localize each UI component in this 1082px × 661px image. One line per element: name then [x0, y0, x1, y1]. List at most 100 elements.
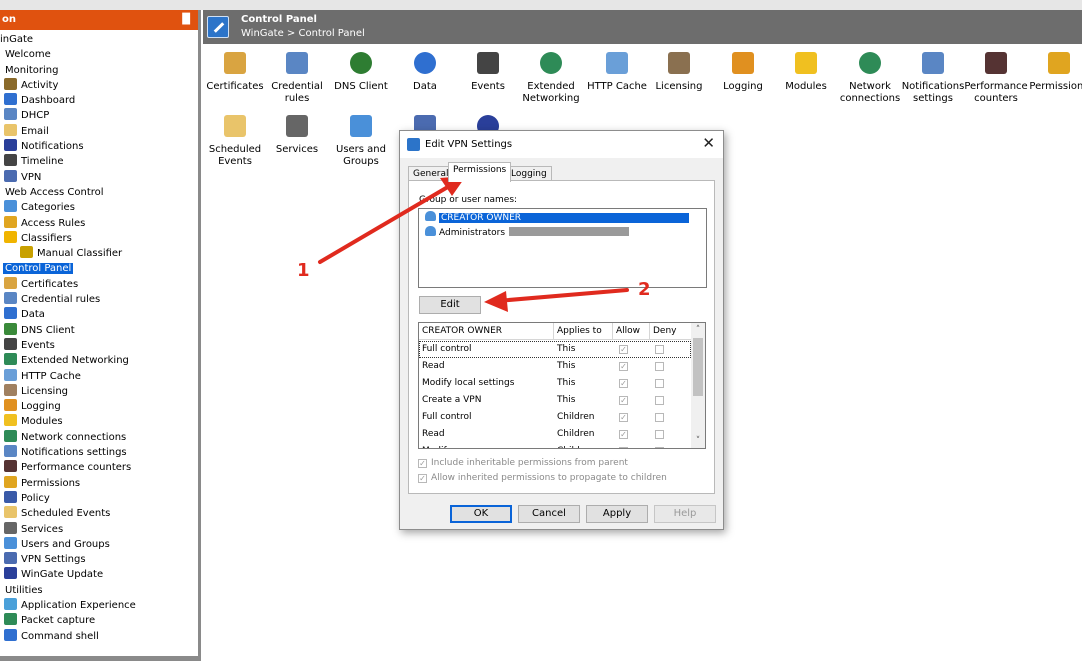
table-row[interactable]: Read This ✓	[419, 358, 691, 375]
allow-checkbox[interactable]: ✓	[619, 345, 628, 354]
table-row[interactable]: Modify local settings This ✓	[419, 375, 691, 392]
sidebar-item-users-and-groups[interactable]: Users and Groups	[0, 536, 198, 552]
control-panel-item-certificates[interactable]: Certificates	[202, 49, 268, 93]
scroll-up-icon[interactable]: ˄	[691, 323, 705, 337]
table-row[interactable]: Full control This ✓	[419, 341, 691, 358]
control-panel-item-data[interactable]: Data	[392, 49, 458, 93]
control-panel-item-permissions[interactable]: Permissions	[1026, 49, 1082, 93]
sidebar-item-ingate[interactable]: inGate	[0, 32, 198, 47]
allow-checkbox[interactable]: ✓	[619, 379, 628, 388]
control-panel-item-scheduled-events[interactable]: Scheduled Events	[202, 112, 268, 168]
sidebar-item-vpn[interactable]: VPN	[0, 169, 198, 185]
sidebar-item-dns-client[interactable]: DNS Client	[0, 322, 198, 338]
table-row[interactable]: Create a VPN This ✓	[419, 392, 691, 409]
sidebar-item-packet-capture[interactable]: Packet capture	[0, 613, 198, 628]
sidebar-item-dhcp[interactable]: DHCP	[0, 108, 198, 123]
sidebar-item-classifiers[interactable]: Classifiers	[0, 230, 198, 246]
sidebar-item-logging[interactable]: Logging	[0, 399, 198, 414]
sidebar-item-data[interactable]: Data	[0, 307, 198, 322]
control-panel-item-dns-client[interactable]: DNS Client	[328, 49, 394, 93]
allow-checkbox[interactable]: ✓	[619, 413, 628, 422]
sidebar-item-wingate-update[interactable]: WinGate Update	[0, 567, 198, 582]
sidebar-item-dashboard[interactable]: Dashboard	[0, 93, 198, 108]
sidebar-item-activity[interactable]: Activity	[0, 77, 198, 93]
sidebar-item-vpn-settings[interactable]: VPN Settings	[0, 552, 198, 567]
deny-checkbox[interactable]	[655, 345, 664, 354]
close-icon[interactable]: ✕	[702, 135, 715, 151]
group-user-list[interactable]: CREATOR OWNER Administrators	[418, 208, 707, 288]
control-panel-item-network-connections[interactable]: Network connections	[837, 49, 903, 105]
control-panel-item-licensing[interactable]: Licensing	[646, 49, 712, 93]
column-allow[interactable]: Allow	[616, 323, 640, 340]
control-panel-item-performance-counters[interactable]: Performance counters	[963, 49, 1029, 105]
scrollbar-thumb[interactable]	[693, 338, 703, 396]
sidebar-item-performance-counters[interactable]: Performance counters	[0, 460, 198, 475]
table-row[interactable]: Modif Child ✓	[419, 443, 691, 448]
sidebar-item-welcome[interactable]: Welcome	[0, 47, 198, 62]
sidebar-item-policy[interactable]: Policy	[0, 490, 198, 506]
column-deny[interactable]: Deny	[653, 323, 677, 340]
control-panel-item-http-cache[interactable]: HTTP Cache	[584, 49, 650, 93]
column-applies-to[interactable]: Applies to	[557, 323, 602, 340]
sidebar-item-events[interactable]: Events	[0, 337, 198, 353]
ok-button[interactable]: OK	[450, 505, 512, 523]
edit-button[interactable]: Edit	[419, 296, 481, 314]
sidebar-item-monitoring[interactable]: Monitoring	[0, 63, 198, 78]
apply-button[interactable]: Apply	[586, 505, 648, 523]
list-item-administrators[interactable]: Administrators	[425, 226, 630, 238]
help-button[interactable]: Help	[654, 505, 716, 523]
tab-permissions[interactable]: Permissions	[448, 162, 512, 182]
allow-checkbox[interactable]: ✓	[619, 362, 628, 371]
pin-icon[interactable]: █	[182, 10, 190, 30]
table-vertical-scrollbar[interactable]: ˄ ˅	[691, 323, 705, 448]
sidebar-item-permissions[interactable]: Permissions	[0, 475, 198, 491]
scroll-down-icon[interactable]: ˅	[691, 434, 705, 448]
sidebar-item-network-connections[interactable]: Network connections	[0, 429, 198, 445]
sidebar-item-credential-rules[interactable]: Credential rules	[0, 292, 198, 307]
control-panel-item-notifications-settings[interactable]: Notifications settings	[900, 49, 966, 105]
sidebar-horizontal-scrollbar[interactable]	[0, 656, 198, 661]
sidebar-item-email[interactable]: Email	[0, 123, 198, 139]
deny-checkbox[interactable]	[655, 396, 664, 405]
sidebar-item-utilities[interactable]: Utilities	[0, 583, 198, 598]
allow-checkbox[interactable]: ✓	[619, 447, 628, 448]
list-item-creator-owner[interactable]: CREATOR OWNER	[425, 211, 690, 223]
sidebar-item-access-rules[interactable]: Access Rules	[0, 215, 198, 231]
deny-checkbox[interactable]	[655, 362, 664, 371]
deny-checkbox[interactable]	[655, 430, 664, 439]
deny-checkbox[interactable]	[655, 447, 664, 448]
control-panel-item-logging[interactable]: Logging	[710, 49, 776, 93]
control-panel-item-credential-rules[interactable]: Credential rules	[264, 49, 330, 105]
control-panel-item-modules[interactable]: Modules	[773, 49, 839, 93]
sidebar-item-licensing[interactable]: Licensing	[0, 383, 198, 399]
include-inheritable-checkbox[interactable]: ✓	[418, 459, 427, 468]
sidebar-item-notifications-settings[interactable]: Notifications settings	[0, 445, 198, 460]
sidebar-item-timeline[interactable]: Timeline	[0, 154, 198, 169]
sidebar-item-command-shell[interactable]: Command shell	[0, 628, 198, 644]
cancel-button[interactable]: Cancel	[518, 505, 580, 523]
allow-inherited-checkbox-row[interactable]: ✓ Allow inherited permissions to propagat…	[418, 473, 667, 483]
control-panel-item-events[interactable]: Events	[455, 49, 521, 93]
sidebar-item-certificates[interactable]: Certificates	[0, 276, 198, 292]
table-row[interactable]: Read Children ✓	[419, 426, 691, 443]
sidebar-item-control-panel[interactable]: Control Panel	[0, 261, 198, 276]
sidebar-item-notifications[interactable]: Notifications	[0, 139, 198, 154]
sidebar-item-scheduled-events[interactable]: Scheduled Events	[0, 506, 198, 521]
allow-checkbox[interactable]: ✓	[619, 396, 628, 405]
sidebar-item-http-cache[interactable]: HTTP Cache	[0, 368, 198, 384]
allow-checkbox[interactable]: ✓	[619, 430, 628, 439]
table-row[interactable]: Full control Children ✓	[419, 409, 691, 426]
allow-inherited-checkbox[interactable]: ✓	[418, 474, 427, 483]
deny-checkbox[interactable]	[655, 413, 664, 422]
control-panel-item-users-and-groups[interactable]: Users and Groups	[328, 112, 394, 168]
deny-checkbox[interactable]	[655, 379, 664, 388]
sidebar-item-services[interactable]: Services	[0, 521, 198, 537]
sidebar-item-extended-networking[interactable]: Extended Networking	[0, 353, 198, 368]
sidebar-item-modules[interactable]: Modules	[0, 414, 198, 429]
sidebar-item-web-access-control[interactable]: Web Access Control	[0, 185, 198, 200]
column-principal[interactable]: CREATOR OWNER	[422, 323, 502, 340]
control-panel-item-extended-networking[interactable]: Extended Networking	[518, 49, 584, 105]
sidebar-item-manual-classifier[interactable]: Manual Classifier	[0, 246, 198, 261]
control-panel-item-services[interactable]: Services	[264, 112, 330, 156]
sidebar-item-application-experience[interactable]: Application Experience	[0, 597, 198, 613]
